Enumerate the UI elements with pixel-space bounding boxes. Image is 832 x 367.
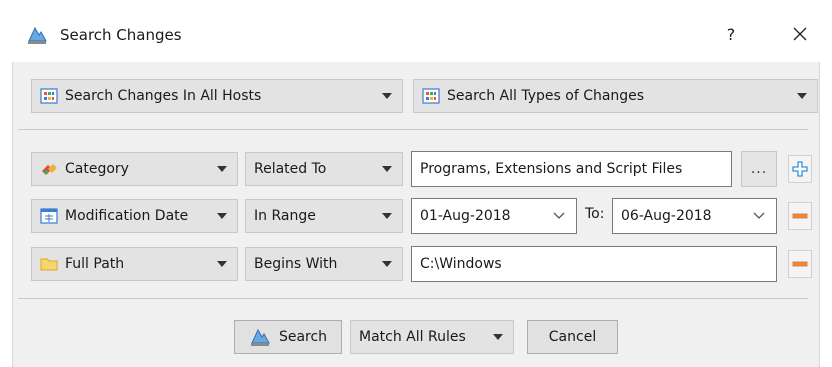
chevron-down-icon	[217, 166, 227, 172]
category-icon	[42, 164, 57, 175]
match-mode-combo[interactable]: Match All Rules	[350, 320, 514, 354]
date-to-value: 06-Aug-2018	[621, 208, 712, 224]
hosts-combo-label: Search Changes In All Hosts	[65, 88, 262, 104]
chevron-down-icon	[797, 93, 807, 99]
ellipsis-icon: ...	[750, 161, 768, 177]
browse-button[interactable]: ...	[741, 151, 777, 187]
date-to-label: To:	[585, 206, 605, 222]
close-button[interactable]	[786, 20, 814, 48]
cancel-button-label: Cancel	[548, 329, 597, 345]
cancel-button[interactable]: Cancel	[527, 320, 618, 354]
title-bar: Search Changes ?	[0, 0, 832, 70]
grid-icon	[422, 88, 440, 104]
rule-operator-label: In Range	[254, 208, 316, 224]
chevron-down-icon	[217, 213, 227, 219]
search-button-label: Search	[278, 329, 328, 345]
date-from-picker[interactable]: 01-Aug-2018	[411, 198, 577, 234]
separator	[18, 298, 808, 299]
types-combo[interactable]: Search All Types of Changes	[413, 79, 818, 113]
rule-field-combo-date[interactable]: Modification Date	[31, 199, 238, 233]
chevron-down-icon	[753, 212, 765, 219]
plus-icon	[792, 161, 808, 177]
rule-operator-combo[interactable]: Related To	[245, 152, 403, 186]
search-button[interactable]: Search	[234, 320, 342, 354]
minus-icon	[792, 261, 808, 267]
chevron-down-icon	[382, 166, 392, 172]
chevron-down-icon	[382, 261, 392, 267]
remove-rule-button[interactable]	[788, 202, 812, 230]
calendar-icon	[40, 208, 58, 224]
chevron-down-icon	[382, 93, 392, 99]
chevron-down-icon	[493, 334, 503, 340]
help-button[interactable]: ?	[718, 22, 744, 48]
rule-operator-combo[interactable]: In Range	[245, 199, 403, 233]
remove-rule-button[interactable]	[788, 250, 812, 278]
match-mode-label: Match All Rules	[359, 329, 466, 345]
separator	[18, 129, 808, 130]
date-to-picker[interactable]: 06-Aug-2018	[612, 198, 777, 234]
rule-operator-label: Related To	[254, 161, 327, 177]
chevron-down-icon	[217, 261, 227, 267]
rule-value-input[interactable]: Programs, Extensions and Script Files	[411, 151, 732, 187]
grid-icon	[40, 88, 58, 104]
rule-operator-label: Begins With	[254, 256, 338, 272]
diskpulse-icon	[28, 26, 47, 44]
rule-field-label: Category	[65, 161, 129, 177]
date-from-value: 01-Aug-2018	[420, 208, 511, 224]
window-title: Search Changes	[60, 26, 182, 44]
rule-field-label: Modification Date	[65, 208, 189, 224]
rule-field-label: Full Path	[65, 256, 125, 272]
folder-icon	[40, 258, 58, 271]
types-combo-label: Search All Types of Changes	[447, 88, 645, 104]
close-icon	[793, 27, 807, 41]
diskpulse-icon	[250, 328, 270, 346]
hosts-combo[interactable]: Search Changes In All Hosts	[31, 79, 403, 113]
minus-icon	[792, 213, 808, 219]
add-rule-button[interactable]	[788, 155, 812, 183]
rule-field-combo-path[interactable]: Full Path	[31, 247, 238, 281]
rule-value-input[interactable]: C:\Windows	[411, 246, 777, 282]
rule-operator-combo[interactable]: Begins With	[245, 247, 403, 281]
chevron-down-icon	[553, 212, 565, 219]
chevron-down-icon	[382, 213, 392, 219]
rule-field-combo-category[interactable]: Category	[31, 152, 238, 186]
